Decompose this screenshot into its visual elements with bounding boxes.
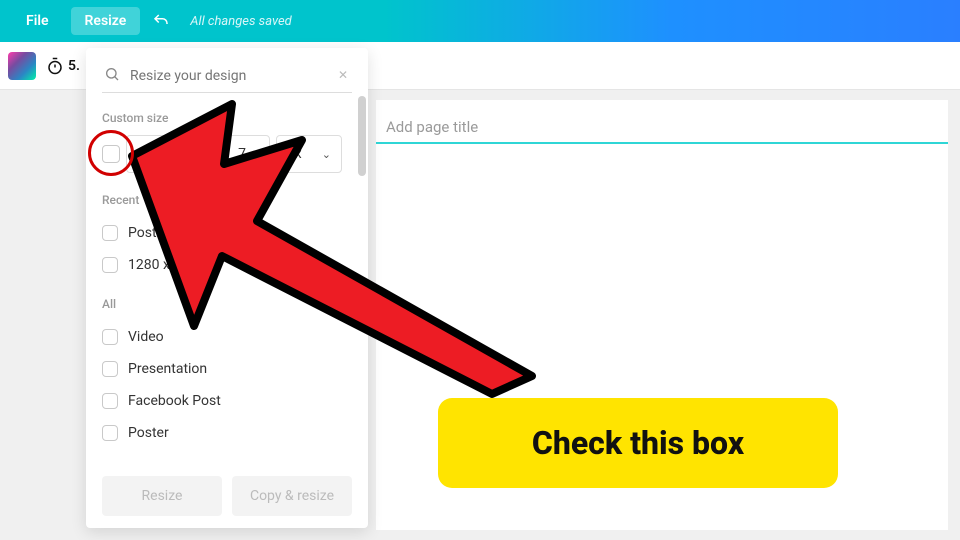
chevron-down-icon: ⌄: [322, 148, 331, 161]
copy-resize-button[interactable]: Copy & resize: [232, 476, 352, 516]
undo-icon[interactable]: [152, 12, 170, 30]
item-label: Facebook Post: [128, 393, 221, 409]
custom-size-row: 280 7 px ⌄: [102, 135, 352, 173]
list-item[interactable]: Facebook Post: [102, 385, 352, 417]
save-status: All changes saved: [190, 14, 291, 29]
item-checkbox[interactable]: [102, 425, 118, 441]
custom-size-checkbox[interactable]: [102, 145, 120, 163]
duration-value: 5.: [68, 58, 80, 74]
resize-dropdown: ✕ Custom size 280 7 px ⌄ Recent Poster 1…: [86, 48, 368, 528]
item-label: Poster: [128, 425, 169, 441]
resize-search-input[interactable]: [102, 60, 352, 93]
recent-label: Recent: [102, 193, 352, 207]
scrollbar[interactable]: [358, 96, 366, 176]
list-item[interactable]: Video: [102, 321, 352, 353]
item-checkbox[interactable]: [102, 225, 118, 241]
item-checkbox[interactable]: [102, 329, 118, 345]
item-checkbox[interactable]: [102, 257, 118, 273]
top-toolbar: File Resize All changes saved: [0, 0, 960, 42]
resize-button[interactable]: Resize: [102, 476, 222, 516]
resize-menu[interactable]: Resize: [71, 7, 141, 35]
stopwatch-icon: [46, 57, 64, 75]
list-item[interactable]: 1280 x 72: [102, 249, 352, 281]
list-item[interactable]: Poster: [102, 217, 352, 249]
all-label: All: [102, 297, 352, 311]
lock-icon[interactable]: [188, 147, 208, 161]
item-label: Video: [128, 329, 164, 345]
width-input[interactable]: 280: [126, 135, 182, 173]
duration-control[interactable]: 5.: [46, 57, 80, 75]
clear-icon[interactable]: ✕: [338, 68, 348, 82]
custom-size-label: Custom size: [102, 111, 352, 125]
file-menu[interactable]: File: [12, 7, 63, 35]
unit-select[interactable]: px ⌄: [276, 135, 342, 173]
page-title-input[interactable]: Add page title: [376, 100, 948, 144]
item-label: Poster: [128, 225, 169, 241]
item-checkbox[interactable]: [102, 393, 118, 409]
list-item[interactable]: Poster: [102, 417, 352, 449]
item-label: 1280 x 72: [128, 257, 189, 273]
search-icon: [104, 66, 120, 86]
height-input[interactable]: 7: [214, 135, 270, 173]
list-item[interactable]: Presentation: [102, 353, 352, 385]
color-picker-icon[interactable]: [8, 52, 36, 80]
item-checkbox[interactable]: [102, 361, 118, 377]
item-label: Presentation: [128, 361, 207, 377]
annotation-callout: Check this box: [438, 398, 838, 488]
unit-label: px: [287, 146, 302, 162]
